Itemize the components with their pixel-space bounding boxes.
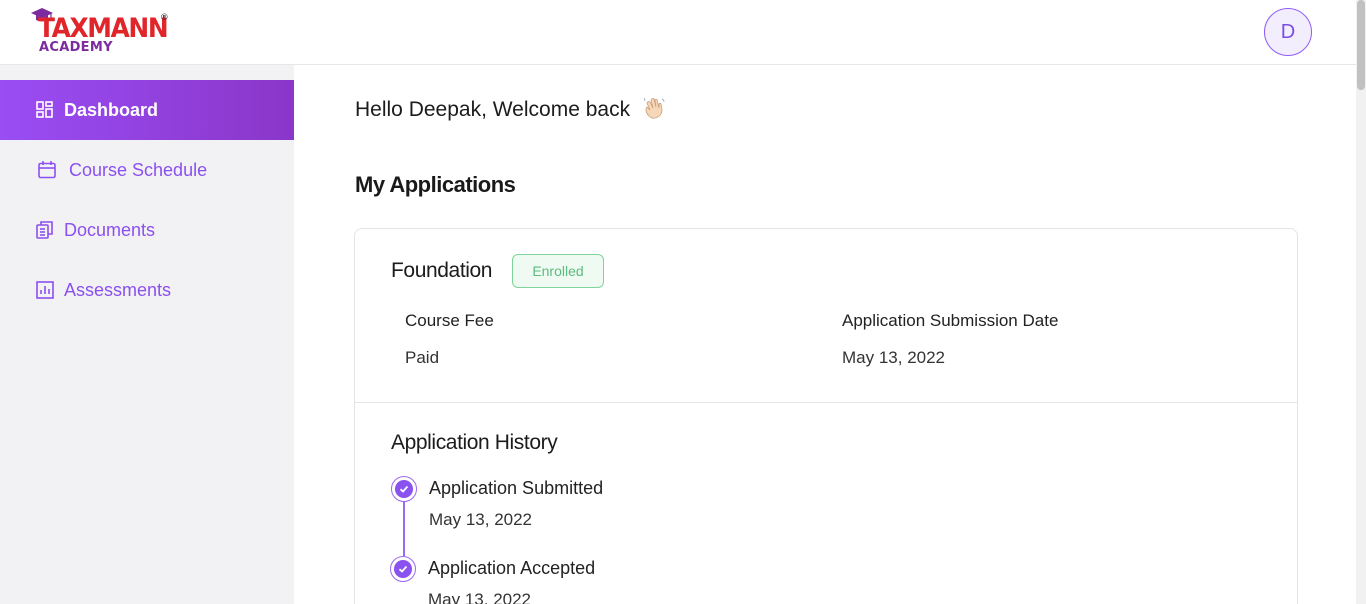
chart-icon bbox=[36, 281, 54, 299]
waving-hand-icon bbox=[644, 97, 665, 119]
sidebar-item-label: Dashboard bbox=[64, 99, 159, 120]
timeline-item-title: Application Accepted bbox=[428, 558, 596, 578]
timeline-item-date: May 13, 2022 bbox=[429, 510, 533, 529]
sidebar-item-dashboard[interactable]: Dashboard bbox=[0, 80, 294, 140]
sidebar: Dashboard Course Schedule Documents Asse… bbox=[0, 65, 294, 604]
user-avatar[interactable]: D bbox=[1264, 8, 1312, 56]
sidebar-item-course-schedule[interactable]: Course Schedule bbox=[0, 140, 294, 200]
course-fee-label: Course Fee bbox=[405, 311, 494, 330]
calendar-icon bbox=[38, 161, 56, 179]
greeting-text: Hello Deepak, Welcome back bbox=[355, 98, 631, 121]
top-header: TAXMANN ® ACADEMY D bbox=[0, 0, 1356, 65]
sidebar-item-label: Course Schedule bbox=[69, 159, 208, 180]
section-title-my-applications: My Applications bbox=[355, 172, 516, 197]
course-name: Foundation bbox=[391, 259, 493, 282]
sidebar-item-assessments[interactable]: Assessments bbox=[0, 260, 294, 320]
sidebar-item-documents[interactable]: Documents bbox=[0, 200, 294, 260]
registered-mark: ® bbox=[161, 12, 168, 22]
timeline-check-icon bbox=[390, 556, 416, 582]
sidebar-item-label: Documents bbox=[64, 219, 156, 240]
timeline-item-title: Application Submitted bbox=[429, 478, 604, 498]
timeline-check-icon bbox=[391, 476, 417, 502]
taxmann-academy-logo[interactable]: TAXMANN ® ACADEMY bbox=[30, 7, 175, 59]
timeline-connector bbox=[403, 501, 405, 556]
course-fee-value: Paid bbox=[405, 348, 440, 367]
welcome-greeting: Hello Deepak, Welcome back bbox=[355, 96, 666, 122]
timeline-item-date: May 13, 2022 bbox=[428, 590, 532, 604]
scrollbar-thumb[interactable] bbox=[1357, 0, 1365, 90]
page-scrollbar[interactable] bbox=[1356, 0, 1366, 604]
sidebar-item-label: Assessments bbox=[64, 279, 172, 300]
documents-icon bbox=[36, 221, 53, 239]
submission-date-label: Application Submission Date bbox=[842, 311, 1059, 330]
submission-date-value: May 13, 2022 bbox=[842, 348, 946, 367]
card-divider bbox=[355, 402, 1297, 403]
application-card: Foundation Enrolled Course Fee Paid Appl… bbox=[354, 228, 1298, 604]
application-history-title: Application History bbox=[391, 431, 558, 454]
logo-wordmark: TAXMANN bbox=[38, 13, 169, 44]
logo-subtitle: ACADEMY bbox=[39, 40, 113, 55]
dashboard-icon bbox=[36, 101, 53, 118]
status-badge: Enrolled bbox=[512, 254, 604, 288]
